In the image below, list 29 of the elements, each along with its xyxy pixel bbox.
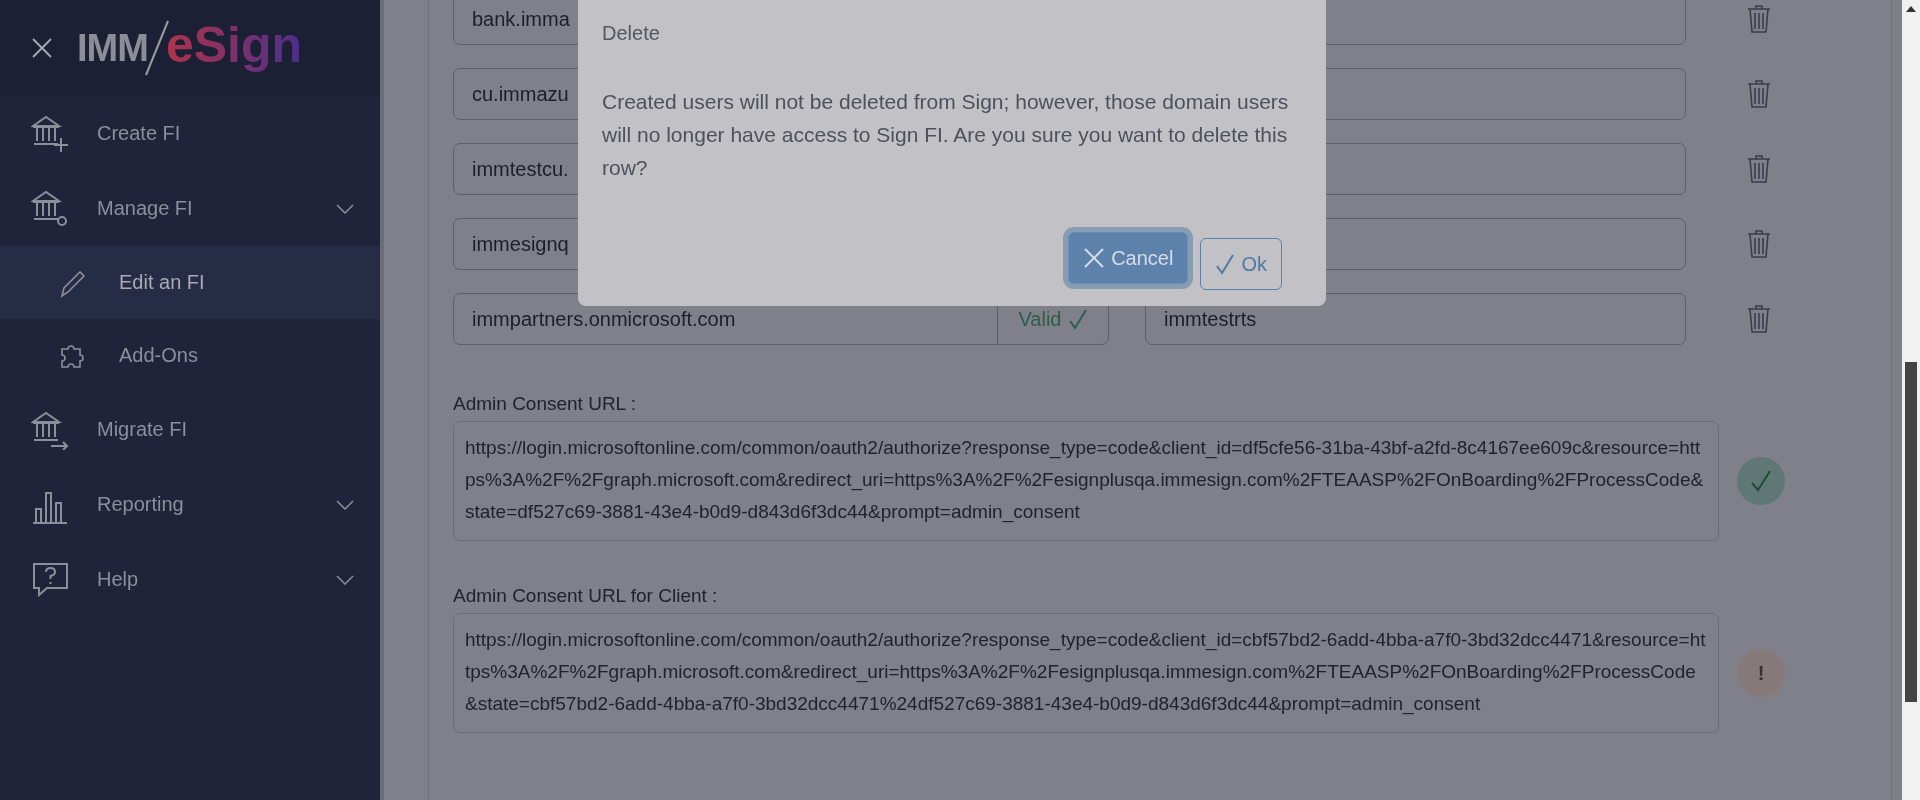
dialog-title: Delete bbox=[602, 22, 661, 45]
url-field[interactable]: https://login.microsoftonline.com/common/oauth2/authorize?response_type=code&client_id=cbf57bd2-6add-4bba-a7f0-3bd32dcc4471&resource=https%3A%2F%2Fgraph.microsoft.com&redirect_uri=https%3A%2F%2Fesignplusqa.immesign.com%2FTEAASP%2FOnBoarding%2FProcessCode&state=cbf57bd2-6add-4bba-a7f0-3bd32dcc4471%24df527c69-3881-43e4-b0d9-d843d6f3dc44&prompt=admin_consent bbox=[453, 613, 1719, 733]
cancel-button[interactable]: Cancel bbox=[1068, 232, 1189, 284]
trash-icon[interactable] bbox=[1746, 304, 1772, 334]
dialog-message: Created users will not be deleted from Sign; however, those domain users will no longer have access to Sign FI. Are you sure you want to delete this row? bbox=[602, 89, 1290, 181]
nav-item[interactable]: Create FI bbox=[0, 96, 380, 171]
scrollbar-thumb[interactable] bbox=[1905, 362, 1917, 702]
nav-subitem[interactable]: Add-Ons bbox=[0, 319, 380, 392]
nav-subitem[interactable]: Edit an FI bbox=[0, 246, 380, 319]
close-icon bbox=[1083, 247, 1106, 269]
field-label: Admin Consent URL for Client : bbox=[453, 585, 719, 607]
scrollbar[interactable] bbox=[1902, 0, 1920, 800]
nav-item[interactable]: Reporting bbox=[0, 467, 380, 542]
trash-icon[interactable] bbox=[1746, 229, 1772, 259]
check-icon bbox=[1737, 457, 1785, 505]
nav-item[interactable]: Manage FI bbox=[0, 171, 380, 246]
scroll-up-icon[interactable] bbox=[1906, 6, 1916, 12]
trash-icon[interactable] bbox=[1746, 79, 1772, 109]
trash-icon[interactable] bbox=[1746, 4, 1772, 34]
field-label: Admin Consent URL : bbox=[453, 393, 638, 415]
nav-item[interactable]: Help bbox=[0, 542, 380, 617]
nav-item[interactable]: Migrate FI bbox=[0, 392, 380, 467]
warning-icon: ! bbox=[1737, 649, 1785, 697]
check-icon bbox=[1215, 253, 1236, 275]
ok-button[interactable]: Ok bbox=[1200, 238, 1282, 290]
trash-icon[interactable] bbox=[1746, 154, 1772, 184]
check-icon bbox=[1067, 308, 1088, 330]
url-field[interactable]: https://login.microsoftonline.com/common/oauth2/authorize?response_type=code&client_id=df5cfe56-31ba-43bf-a2fd-8c4167ee609c&resource=https%3A%2F%2Fgraph.microsoft.com&redirect_uri=https%3A%2F%2Fesignplusqa.immesign.com%2FTEAASP%2FOnBoarding%2FProcessCode&state=df527c69-3881-43e4-b0d9-d843d6f3dc44&prompt=admin_consent bbox=[453, 421, 1719, 541]
close-icon[interactable] bbox=[31, 37, 53, 59]
